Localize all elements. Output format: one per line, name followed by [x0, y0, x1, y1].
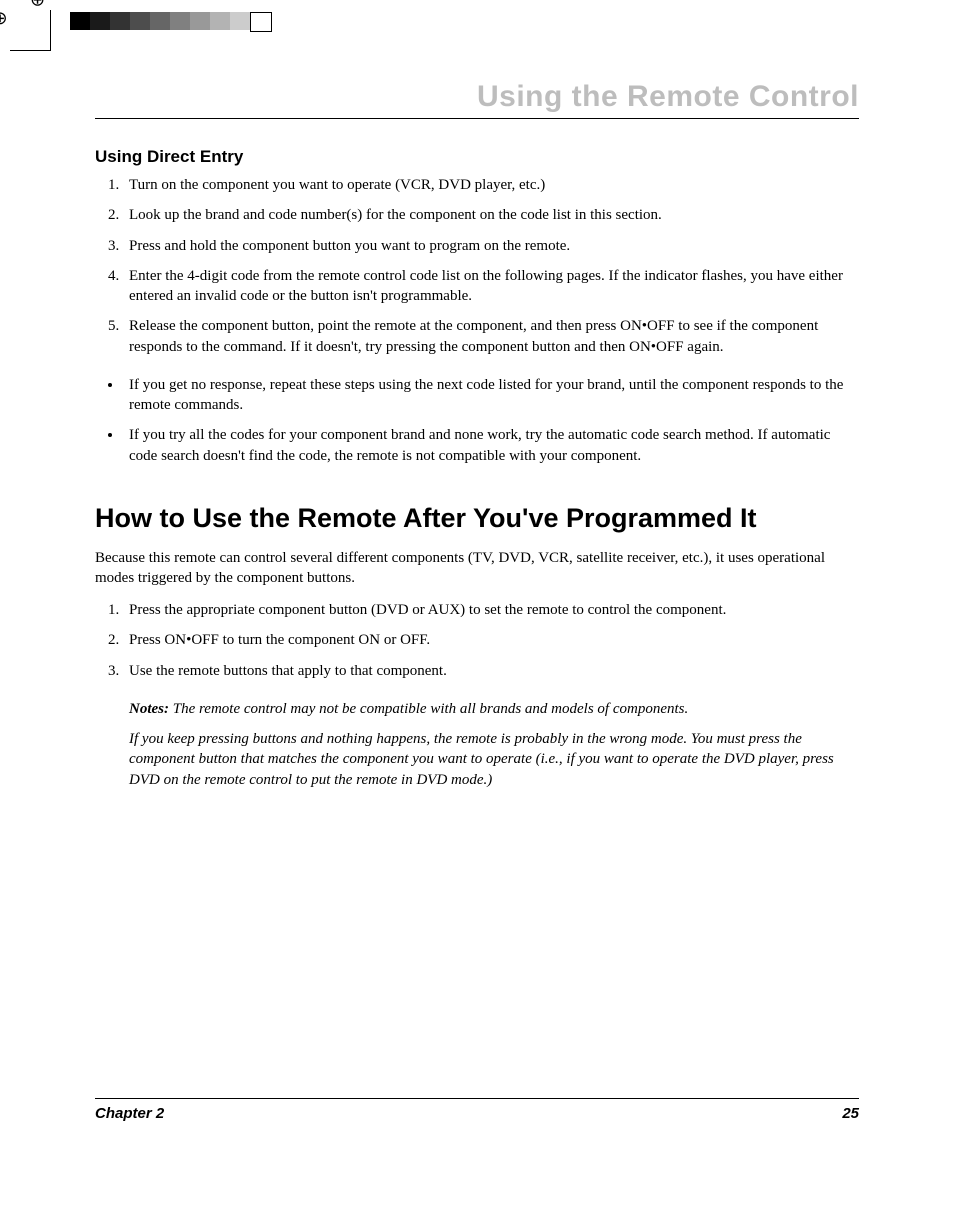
list-item: Enter the 4-digit code from the remote c… [123, 266, 859, 307]
list-item: If you get no response, repeat these ste… [123, 375, 859, 416]
direct-entry-steps: Turn on the component you want to operat… [95, 175, 859, 357]
grayscale-bar [70, 12, 272, 30]
notes-block: Notes: The remote control may not be com… [129, 699, 859, 790]
crop-mark-tl [10, 10, 51, 51]
page-content: Using the Remote Control Using Direct En… [95, 80, 859, 1122]
note-text: If you keep pressing buttons and nothing… [129, 729, 859, 790]
list-item: Press and hold the component button you … [123, 236, 859, 256]
list-item: Use the remote buttons that apply to tha… [123, 661, 859, 681]
notes-label: Notes: [129, 701, 169, 717]
list-item: If you try all the codes for your compon… [123, 425, 859, 466]
section-heading-direct-entry: Using Direct Entry [95, 147, 859, 167]
direct-entry-notes: If you get no response, repeat these ste… [95, 375, 859, 466]
list-item: Look up the brand and code number(s) for… [123, 205, 859, 225]
list-item: Release the component button, point the … [123, 316, 859, 357]
note-text: The remote control may not be compatible… [173, 701, 689, 717]
chapter-title: Using the Remote Control [477, 80, 859, 113]
footer-page-number: 25 [842, 1105, 859, 1122]
how-to-use-steps: Press the appropriate component button (… [95, 600, 859, 681]
list-item: Press ON•OFF to turn the component ON or… [123, 630, 859, 650]
section-heading-how-to-use: How to Use the Remote After You've Progr… [95, 502, 859, 536]
list-item: Press the appropriate component button (… [123, 600, 859, 620]
list-item: Turn on the component you want to operat… [123, 175, 859, 195]
registration-mark-top: ⊕ [0, 8, 8, 29]
page-footer: Chapter 2 25 [95, 1098, 859, 1122]
footer-chapter: Chapter 2 [95, 1105, 164, 1122]
registration-mark-left: ⊕ [30, 0, 45, 11]
section2-intro: Because this remote can control several … [95, 548, 859, 589]
page-header: Using the Remote Control [95, 80, 859, 119]
